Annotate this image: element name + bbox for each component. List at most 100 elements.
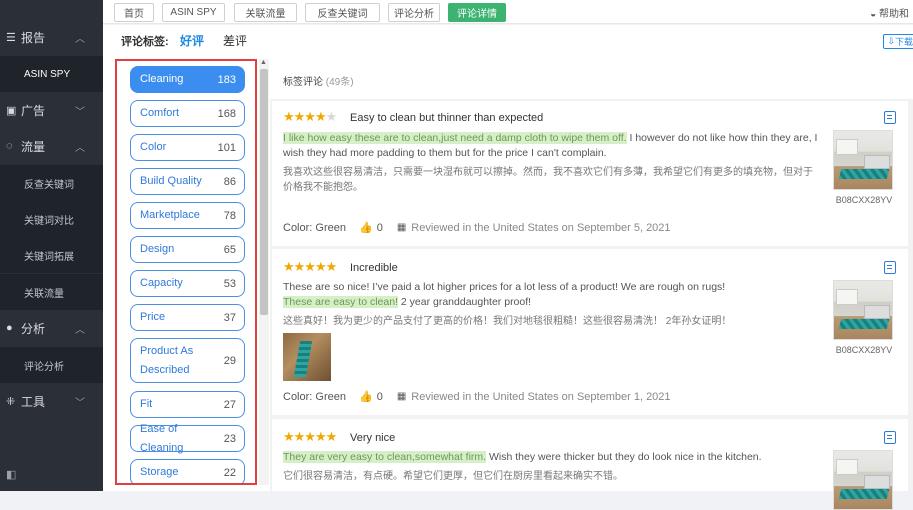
review-highlight: I like how easy these are to clean,just … bbox=[283, 132, 627, 144]
reviews-count: (49条) bbox=[325, 77, 354, 88]
star-rating: ★★★★★ bbox=[283, 109, 337, 124]
scroll-up-icon[interactable]: ▲ bbox=[260, 59, 267, 66]
tag-storage[interactable]: Storage 22 bbox=[130, 459, 245, 483]
sidebar-item-label: 评论分析 bbox=[24, 361, 64, 373]
reviews-header-title: 标签评论 bbox=[283, 77, 323, 88]
thumbs-up-icon[interactable]: 👍 bbox=[359, 390, 373, 403]
product-asin[interactable]: B08CXX28YV bbox=[833, 195, 895, 205]
tag-list-scrollbar[interactable]: ▲ bbox=[259, 59, 269, 485]
product-image[interactable] bbox=[833, 130, 893, 190]
sidebar-item-reverse-keyword[interactable]: 反查关键词 bbox=[0, 165, 103, 201]
tab-reverse-keyword[interactable]: 反查关键词 bbox=[305, 3, 380, 22]
tag-count: 183 bbox=[217, 73, 236, 86]
review-meta: Color: Green 👍 0 ▦ Reviewed in the Unite… bbox=[283, 221, 671, 235]
top-tab-bar: 首页 ASIN SPY 关联流量 反查关键词 评论分析 评论详情 ◒ 帮助和 bbox=[103, 0, 913, 24]
sidebar-item-label: 关键词对比 bbox=[24, 215, 74, 227]
tab-review-detail[interactable]: 评论详情 bbox=[448, 3, 506, 22]
tab-review-analysis[interactable]: 评论分析 bbox=[388, 3, 440, 22]
sidebar-item-keyword-compare[interactable]: 关键词对比 bbox=[0, 201, 103, 237]
review-translation: 我喜欢这些很容易清洁，只需要一块湿布就可以擦掉。然而，我不喜欢它们有多薄，我希望… bbox=[283, 167, 813, 193]
tag-count: 23 bbox=[223, 432, 236, 445]
copy-icon[interactable] bbox=[884, 261, 896, 274]
sidebar-group-tools[interactable]: ⁜ 工具 ﹀ bbox=[0, 383, 103, 419]
review-text-pre: These are so nice! I’ve paid a lot highe… bbox=[283, 281, 726, 293]
sidebar-group-label: 工具 bbox=[21, 394, 46, 409]
chevron-up-icon: ︿ bbox=[75, 142, 85, 154]
tab-related-traffic[interactable]: 关联流量 bbox=[234, 3, 297, 22]
tag-count: 101 bbox=[217, 141, 236, 154]
tag-fit[interactable]: Fit 27 bbox=[130, 391, 245, 418]
tag-name: Comfort bbox=[140, 107, 180, 119]
help-link[interactable]: ◒ 帮助和 bbox=[870, 5, 909, 20]
sidebar-group-traffic[interactable]: ◌ 流量 ︿ bbox=[0, 128, 103, 164]
tag-ease-of-cleaning[interactable]: Ease of Cleaning 23 bbox=[130, 423, 245, 454]
sidebar-group-analysis[interactable]: ● 分析 ︿ bbox=[0, 310, 103, 346]
tag-count: 22 bbox=[223, 466, 236, 479]
tag-marketplace[interactable]: Marketplace 78 bbox=[130, 202, 245, 229]
filter-negative[interactable]: 差评 bbox=[223, 32, 247, 49]
download-label: 下载 bbox=[894, 37, 913, 47]
review-title: Incredible bbox=[350, 262, 398, 274]
thumbs-up-icon[interactable]: 👍 bbox=[359, 221, 373, 234]
ad-icon: ▣ bbox=[6, 104, 17, 117]
review-title: Easy to clean but thinner than expected bbox=[350, 112, 544, 124]
like-count: 0 bbox=[376, 390, 383, 403]
tag-name: Cleaning bbox=[140, 73, 184, 85]
tools-icon: ⁜ bbox=[6, 395, 16, 408]
sidebar-item-label: 关键词拓展 bbox=[24, 251, 74, 263]
like-count: 0 bbox=[376, 221, 383, 234]
tag-count: 29 bbox=[223, 354, 236, 367]
sidebar-item-asin-spy[interactable]: ASIN SPY bbox=[0, 56, 103, 92]
review-text: I like how easy these are to clean,just … bbox=[283, 131, 818, 161]
product-image[interactable] bbox=[833, 280, 893, 340]
tag-capacity[interactable]: Capacity 53 bbox=[130, 270, 245, 297]
tag-comfort[interactable]: Comfort 168 bbox=[130, 100, 245, 127]
review-translation: 它们很容易清洁，有点硬。希望它们更厚，但它们在厨房里看起来确实不错。 bbox=[283, 471, 623, 482]
tag-price[interactable]: Price 37 bbox=[130, 304, 245, 331]
review-date: Reviewed in the United States on Septemb… bbox=[411, 390, 671, 403]
scrollbar-thumb[interactable] bbox=[260, 69, 268, 315]
download-icon: ⇩ bbox=[887, 36, 895, 46]
product-image[interactable] bbox=[833, 450, 893, 510]
download-button[interactable]: ⇩ 下载 bbox=[883, 34, 913, 49]
review-date: Reviewed in the United States on Septemb… bbox=[411, 221, 671, 234]
sidebar-item-related-traffic[interactable]: 关联流量 bbox=[0, 274, 103, 310]
review-user-image[interactable] bbox=[283, 333, 331, 381]
collapse-sidebar-icon[interactable]: ◧ bbox=[6, 468, 16, 481]
copy-icon[interactable] bbox=[884, 431, 896, 444]
review-translation: 这些真好！我为更少的产品支付了更高的价格！我们对地毯很粗糙！这些很容易清洗！ 2… bbox=[283, 316, 732, 327]
sidebar-group-ads[interactable]: ▣ 广告 ﹀ bbox=[0, 92, 103, 128]
calendar-icon: ▦ bbox=[396, 222, 407, 233]
tag-design[interactable]: Design 65 bbox=[130, 236, 245, 263]
tag-cleaning[interactable]: Cleaning 183 bbox=[130, 66, 245, 93]
review-highlight: They are very easy to clean,somewhat fir… bbox=[283, 451, 487, 463]
help-icon: ◒ bbox=[870, 9, 877, 20]
star-rating: ★★★★★ bbox=[283, 429, 337, 444]
tag-count: 53 bbox=[223, 277, 236, 290]
sidebar-group-report[interactable]: ☰ 报告 ︿ bbox=[0, 19, 103, 55]
review-text: They are very easy to clean,somewhat fir… bbox=[283, 450, 818, 465]
filter-positive[interactable]: 好评 bbox=[180, 32, 204, 49]
sidebar-item-label: 关联流量 bbox=[24, 288, 64, 300]
tag-product-as-described[interactable]: Product As Described 29 bbox=[130, 338, 245, 383]
sidebar-item-review-analysis[interactable]: 评论分析 bbox=[0, 347, 103, 383]
calendar-icon: ▦ bbox=[396, 391, 407, 402]
chevron-up-icon: ︿ bbox=[75, 33, 85, 45]
sidebar-item-keyword-expand[interactable]: 关键词拓展 bbox=[0, 237, 103, 273]
tag-build-quality[interactable]: Build Quality 86 bbox=[130, 168, 245, 195]
tag-name: Price bbox=[140, 311, 166, 323]
product-asin[interactable]: B08CXX28YV bbox=[833, 345, 895, 355]
review-color: Color: Green bbox=[283, 390, 346, 403]
list-icon: ☰ bbox=[6, 31, 16, 44]
tag-name: Design bbox=[140, 243, 175, 255]
review-card: ★★★★★ Incredible These are so nice! I’ve… bbox=[272, 249, 908, 415]
copy-icon[interactable] bbox=[884, 111, 896, 124]
sidebar-item-label: 反查关键词 bbox=[24, 179, 74, 191]
reviews-header: 标签评论 (49条) bbox=[270, 59, 913, 99]
tag-count: 27 bbox=[223, 398, 236, 411]
tag-color[interactable]: Color 101 bbox=[130, 134, 245, 161]
tab-asin-spy[interactable]: ASIN SPY bbox=[162, 3, 225, 22]
tag-name: Build Quality bbox=[140, 175, 202, 187]
tab-home[interactable]: 首页 bbox=[114, 3, 154, 22]
sidebar-group-label: 流量 bbox=[21, 139, 46, 154]
